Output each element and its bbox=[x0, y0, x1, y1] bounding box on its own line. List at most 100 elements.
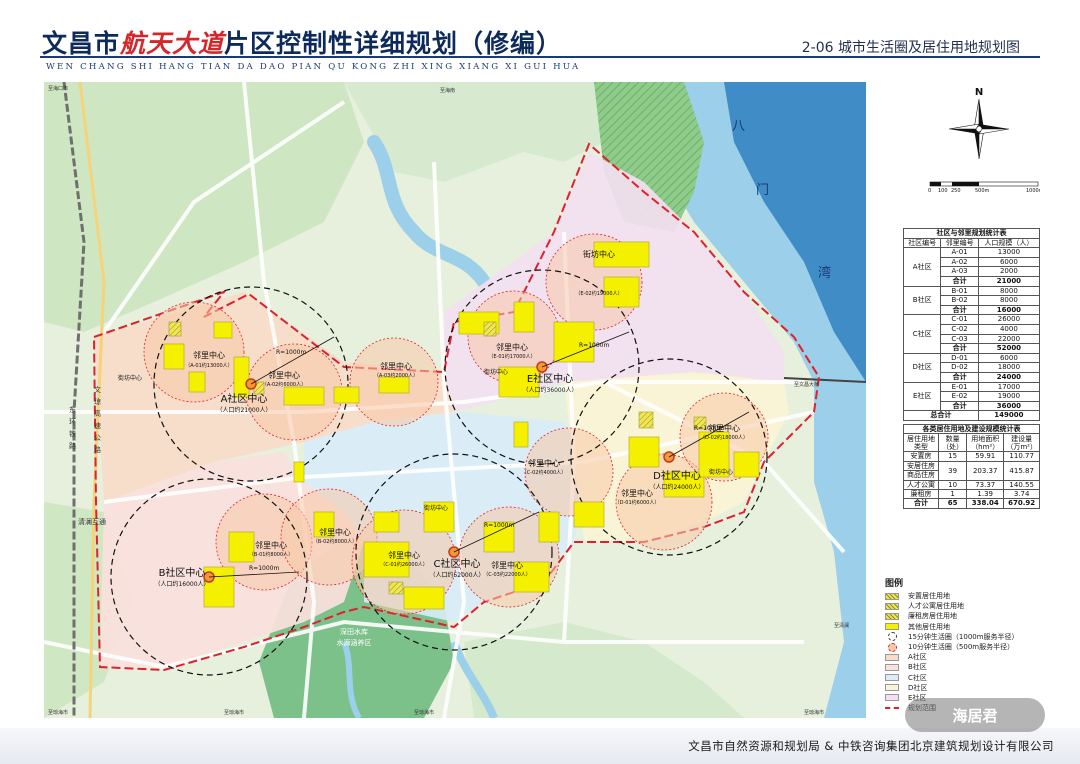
legend-item: 安置居住用地 bbox=[885, 591, 1040, 601]
table-cell: 39 bbox=[938, 460, 968, 481]
legend-item: 10分钟生活圈（500m服务半径） bbox=[885, 642, 1040, 652]
radius-label: R=1000m bbox=[249, 565, 279, 572]
neighborhood-pop: （D-02约18000人） bbox=[700, 434, 748, 441]
neighborhood-label: 邻里中心 bbox=[491, 560, 523, 570]
neighborhood-pop: （A-02约6000人） bbox=[262, 381, 306, 388]
bay-label: 湾 bbox=[818, 265, 831, 281]
neighborhood-pop: （C-03约22000人） bbox=[483, 571, 531, 578]
edge-label: 至琼海市 bbox=[48, 709, 68, 716]
table-cell: 17000 bbox=[977, 381, 1041, 393]
table-cell: D-01 bbox=[940, 352, 979, 364]
table-header: 居住用地类型 bbox=[902, 433, 940, 453]
legend-item: C社区 bbox=[885, 673, 1040, 683]
neighborhood-pop: （D-01约6000人） bbox=[615, 499, 660, 506]
table-cell: C社区 bbox=[902, 314, 942, 354]
street-center-label: 街坊中心 bbox=[424, 504, 448, 512]
table-cell: 22000 bbox=[977, 333, 1041, 345]
legend-swatch bbox=[888, 632, 897, 642]
road-label: 环 bbox=[69, 418, 76, 426]
table-cell: 110.77 bbox=[1003, 451, 1040, 462]
legend-label: B社区 bbox=[908, 663, 927, 672]
edge-label: 至琼海市 bbox=[224, 709, 244, 716]
legend-item: 其他居住用地 bbox=[885, 622, 1040, 632]
table-cell: 1.39 bbox=[966, 489, 1005, 500]
table-cell: 人才公寓 bbox=[902, 479, 940, 491]
table-header: 邻里编号 bbox=[940, 237, 979, 249]
table-cell: A-01 bbox=[940, 247, 979, 258]
bay-label: 八 bbox=[732, 119, 745, 134]
table-cell: 36000 bbox=[977, 400, 1041, 412]
community-d-pop: （人口约24000人） bbox=[649, 483, 704, 491]
table-cell: E-01 bbox=[940, 381, 979, 393]
legend-swatch bbox=[885, 663, 899, 671]
legend-swatch bbox=[885, 612, 899, 620]
footer-credits: 文昌市自然资源和规划局 & 中铁咨询集团北京建筑规划设计有限公司 bbox=[688, 739, 1054, 753]
table-header: 数量（处） bbox=[938, 433, 968, 453]
legend-swatch bbox=[885, 707, 899, 710]
table-cell: 16000 bbox=[977, 304, 1041, 316]
neighborhood-pop: （E-01约17000人） bbox=[488, 353, 535, 360]
edge-label: 至海口市 bbox=[48, 85, 68, 92]
table-cell: 24000 bbox=[977, 371, 1041, 383]
north-arrow-icon: N bbox=[948, 87, 1010, 160]
table-cell: D社区 bbox=[902, 352, 942, 383]
table-header: 用地面积（hm²） bbox=[966, 433, 1005, 453]
legend-swatch bbox=[885, 623, 899, 631]
neighborhood-label: 邻里中心 bbox=[319, 527, 351, 537]
table-cell: 15 bbox=[938, 451, 968, 462]
legend-label: D社区 bbox=[908, 683, 928, 692]
community-a-pop: （人口约21000人） bbox=[216, 406, 271, 414]
neighborhood-label: 邻里中心 bbox=[193, 350, 225, 360]
legend-item: 15分钟生活圈（1000m服务半径） bbox=[885, 632, 1040, 642]
table-cell: 合计 bbox=[940, 275, 979, 287]
table-cell: 73.37 bbox=[966, 479, 1005, 491]
legend-label: 人才公寓居住用地 bbox=[908, 602, 964, 611]
road-label: 琼 bbox=[94, 397, 101, 406]
road-label: 公 bbox=[94, 434, 101, 442]
table-cell: 廉租房 bbox=[902, 489, 940, 500]
road-label: 路 bbox=[69, 441, 76, 450]
legend-title: 图例 bbox=[885, 579, 904, 589]
edge-label: 至海南 bbox=[440, 87, 455, 94]
road-label: 文 bbox=[94, 385, 101, 394]
table-cell: 65 bbox=[938, 498, 968, 509]
community-a-label: A社区中心 bbox=[221, 392, 268, 405]
legend-label: 廉租房居住用地 bbox=[908, 612, 957, 621]
neighborhood-pop: （B-01约8000人） bbox=[249, 551, 293, 558]
community-e-label: E社区中心 bbox=[527, 372, 573, 385]
scale-tick: 1000m bbox=[1026, 188, 1040, 194]
scale-tick: 500m bbox=[975, 188, 990, 194]
radius-label: R=1000m bbox=[276, 349, 306, 356]
neighborhood-label: 邻里中心 bbox=[621, 488, 653, 498]
table-cell: 26000 bbox=[977, 314, 1041, 325]
neighborhood-label: 街坊中心 bbox=[583, 249, 615, 259]
neighborhood-label: 邻里中心 bbox=[268, 370, 300, 380]
page-title: 文昌市航天大道片区控制性详细规划（修编） bbox=[42, 29, 563, 58]
reservoir-label: 水源涵养区 bbox=[337, 638, 372, 647]
table-cell: B-01 bbox=[940, 285, 979, 297]
legend-label: 10分钟生活圈（500m服务半径） bbox=[908, 643, 1015, 652]
legend-swatch bbox=[885, 592, 899, 600]
radius-label: R=1000m bbox=[484, 522, 514, 529]
table-cell: D-02 bbox=[940, 362, 979, 373]
scale-tick: 100 bbox=[938, 188, 948, 194]
table-cell: 6000 bbox=[977, 352, 1041, 364]
street-center-label: 街坊中心 bbox=[118, 374, 142, 382]
table-cell: 安居住房 bbox=[902, 460, 940, 472]
legend-item: D社区 bbox=[885, 683, 1040, 693]
table-cell: 18000 bbox=[977, 362, 1041, 373]
planning-map: A社区中心 （人口约21000人） B社区中心 （人口约16000人） C社区中… bbox=[44, 82, 866, 718]
neighborhood-label: 邻里中心 bbox=[380, 361, 412, 371]
neighborhood-pop: （C-02约4000人） bbox=[522, 469, 566, 476]
table-cell: A社区 bbox=[902, 247, 942, 287]
table-cell: B社区 bbox=[902, 285, 942, 316]
legend-label: 其他居住用地 bbox=[908, 622, 950, 631]
neighborhood-pop: （B-02约8000人） bbox=[313, 538, 357, 545]
community-b-pop: （人口约16000人） bbox=[154, 580, 209, 588]
community-c-pop: （人口约52000人） bbox=[429, 571, 484, 579]
scale-tick: 250 bbox=[951, 188, 961, 194]
community-b-label: B社区中心 bbox=[159, 566, 206, 579]
table-cell: 1 bbox=[938, 489, 968, 500]
table-cell: E社区 bbox=[902, 381, 942, 412]
legend-label: A社区 bbox=[908, 653, 927, 662]
